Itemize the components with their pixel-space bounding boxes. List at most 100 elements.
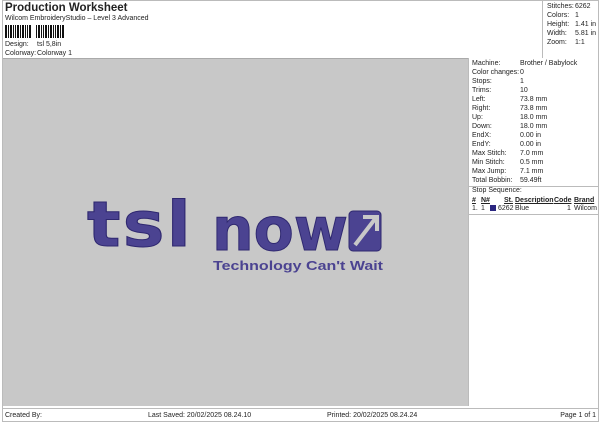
col-description: Description: [515, 197, 554, 204]
detail-label: Left:: [472, 96, 486, 103]
detail-label: Min Stitch:: [472, 159, 505, 166]
detail-label: Color changes:: [472, 69, 520, 76]
barcode-bar: [10, 25, 12, 38]
page-number: Page 1 of 1: [560, 412, 596, 419]
barcode-bar: [17, 25, 19, 38]
detail-row: Down: 18.0 mm: [472, 123, 547, 130]
detail-value: 1: [520, 78, 524, 85]
stop-sequence-title: Stop Sequence:: [472, 187, 522, 194]
stat-zoom: Zoom: 1:1: [547, 39, 585, 46]
detail-value: 0.00 in: [520, 141, 542, 148]
detail-label: Trims:: [472, 87, 492, 94]
colorway-row: Colorway: Colorway 1: [5, 50, 72, 57]
detail-row: EndX: 0.00 in: [472, 132, 541, 139]
divider: [469, 214, 599, 215]
barcode: [5, 25, 83, 38]
design-label: Design:: [5, 41, 29, 48]
barcode-bar: [20, 25, 21, 38]
detail-value: 73.8 mm: [520, 105, 548, 112]
colorway-value: Colorway 1: [37, 50, 73, 57]
col-brand: Brand: [574, 197, 595, 204]
col-st: St.: [504, 197, 513, 204]
detail-row: Min Stitch: 0.5 mm: [472, 159, 543, 166]
detail-value: 73.8 mm: [520, 96, 548, 103]
barcode-bar: [45, 25, 47, 38]
barcode-bar: [41, 25, 42, 38]
detail-value: 0.5 mm: [520, 159, 544, 166]
printed-date: Printed: 20/02/2025 08.24.24: [327, 412, 418, 419]
logo-now: now: [212, 195, 348, 265]
detail-row: Stops: 1: [472, 78, 524, 85]
detail-row: Up: 18.0 mm: [472, 114, 547, 121]
page-title: Production Worksheet: [5, 2, 128, 14]
detail-row: EndY: 0.00 in: [472, 141, 541, 148]
col-code: Code: [554, 197, 572, 204]
stats-box: Stitches: 6262 Colors: 1 Height: 1.41 in Wi…: [542, 0, 599, 58]
barcode-bar: [13, 25, 14, 38]
barcode-bar: [38, 25, 40, 38]
stat-stitches: Stitches: 6262: [547, 3, 591, 10]
logo-tagline: Technology Can't Wait: [213, 258, 384, 273]
barcode-bar: [36, 25, 37, 38]
barcode-bar: [62, 25, 64, 38]
barcode-bar: [15, 25, 16, 38]
detail-row: Max Stitch: 7.0 mm: [472, 150, 543, 157]
barcode-bar: [22, 25, 24, 38]
barcode-bar: [53, 25, 54, 38]
detail-label: Max Jump:: [472, 168, 507, 175]
detail-row: Right: 73.8 mm: [472, 105, 547, 112]
barcode-bar: [50, 25, 52, 38]
detail-label: Machine:: [472, 60, 501, 67]
detail-label: EndY:: [472, 141, 491, 148]
col-n: N#: [481, 197, 490, 204]
color-swatch: [490, 205, 496, 211]
stat-colors: Colors: 1: [547, 12, 579, 19]
logo-tsl: tsl: [87, 188, 193, 261]
detail-value: 7.0 mm: [520, 150, 544, 157]
detail-row: Total Bobbin: 59.49ft: [472, 177, 541, 184]
created-by: Created By:: [5, 412, 42, 419]
barcode-bar: [5, 25, 7, 38]
detail-row: Machine: Brother / Babylock: [472, 60, 577, 67]
detail-label: Right:: [472, 105, 491, 112]
detail-row: Max Jump: 7.1 mm: [472, 168, 543, 175]
detail-label: Max Stitch:: [472, 150, 507, 157]
stat-height: Height: 1.41 in: [547, 21, 597, 28]
barcode-bar: [57, 25, 59, 38]
detail-value: 18.0 mm: [520, 123, 548, 130]
logo-arrow-icon: [348, 210, 382, 252]
embroidery-design: tsl now Technology Can't Wait: [87, 188, 384, 274]
detail-value: 0: [520, 69, 524, 76]
design-value: tsl 5,8in: [37, 41, 62, 48]
detail-value: 59.49ft: [520, 177, 542, 184]
footer: Created By: Last Saved: 20/02/2025 08.24…: [2, 408, 599, 422]
design-row: Design: tsl 5,8in: [5, 41, 61, 48]
detail-label: Down:: [472, 123, 492, 130]
barcode-bar: [8, 25, 9, 38]
detail-value: 7.1 mm: [520, 168, 544, 175]
details-panel: Stop Sequence: # N# St. Description Code…: [468, 58, 599, 406]
detail-value: 10: [520, 87, 528, 94]
colorway-label: Colorway:: [5, 50, 37, 57]
detail-value: 18.0 mm: [520, 114, 548, 121]
barcode-bar: [43, 25, 44, 38]
barcode-bar: [60, 25, 61, 38]
detail-value: Brother / Babylock: [520, 60, 578, 67]
detail-row: Color changes: 0: [472, 69, 524, 76]
col-num: #: [472, 197, 476, 204]
barcode-bar: [29, 25, 31, 38]
detail-label: Total Bobbin:: [472, 177, 513, 184]
barcode-bar: [55, 25, 56, 38]
detail-label: Stops:: [472, 78, 492, 85]
last-saved: Last Saved: 20/02/2025 08.24.10: [148, 412, 252, 419]
barcode-bar: [25, 25, 26, 38]
stat-width: Width: 5.81 in: [547, 30, 597, 37]
detail-row: Left: 73.8 mm: [472, 96, 547, 103]
detail-value: 0.00 in: [520, 132, 542, 139]
detail-row: Trims: 10: [472, 87, 528, 94]
software-name: Wilcom EmbroideryStudio – Level 3 Advanc…: [5, 15, 149, 22]
detail-label: Up:: [472, 114, 483, 121]
detail-label: EndX:: [472, 132, 492, 139]
barcode-bar: [48, 25, 49, 38]
barcode-bar: [27, 25, 28, 38]
